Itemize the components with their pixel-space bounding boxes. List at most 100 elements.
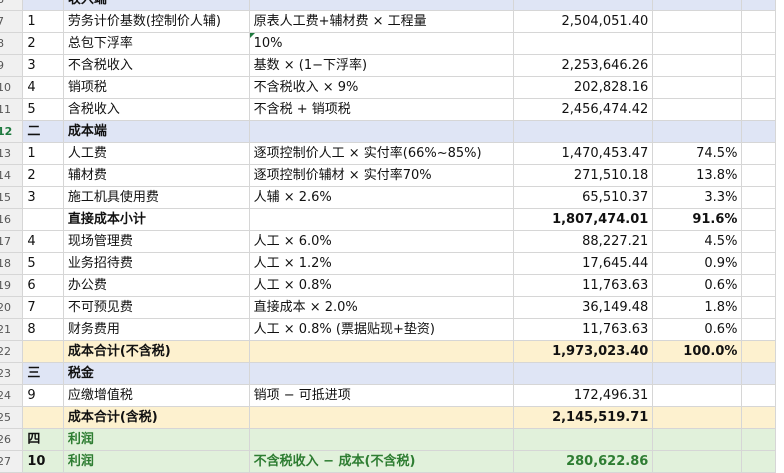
cell-empty[interactable] — [741, 54, 776, 77]
cell-item-name[interactable]: 劳务计价基数(控制价人辅) — [62, 10, 250, 33]
cell-amount[interactable]: 11,763.63 — [513, 274, 654, 297]
cell-index[interactable] — [22, 208, 64, 231]
row-header[interactable]: 8 — [0, 32, 24, 55]
cell-empty[interactable] — [741, 186, 776, 209]
cell-index[interactable]: 7 — [22, 296, 64, 319]
cell-index[interactable]: 1 — [22, 142, 64, 165]
cell-amount[interactable]: 1,470,453.47 — [513, 142, 654, 165]
cell-index[interactable]: 4 — [22, 76, 64, 99]
row-header[interactable]: 15 — [0, 186, 24, 209]
cell-amount[interactable]: 271,510.18 — [513, 164, 654, 187]
cell-amount[interactable]: 17,645.44 — [513, 252, 654, 275]
cell-empty[interactable] — [741, 340, 776, 363]
row-header[interactable]: 26 — [0, 428, 24, 451]
cell-index[interactable]: 三 — [22, 362, 64, 385]
cell-formula[interactable] — [248, 120, 515, 143]
cell-item-name[interactable]: 成本合计(不含税) — [62, 340, 250, 363]
cell-amount[interactable]: 2,504,051.40 — [513, 10, 654, 33]
cell-empty[interactable] — [741, 252, 776, 275]
cell-formula[interactable]: 人工 × 0.8% (票据贴现+垫资) — [248, 318, 515, 341]
cell-empty[interactable] — [741, 362, 776, 385]
cell-item-name[interactable]: 业务招待费 — [62, 252, 250, 275]
cell-empty[interactable] — [741, 10, 776, 33]
row-header[interactable]: 18 — [0, 252, 24, 275]
cell-formula[interactable]: 人辅 × 2.6% — [248, 186, 515, 209]
row-header[interactable]: 10 — [0, 76, 24, 99]
cell-empty[interactable] — [741, 296, 776, 319]
cell-percent[interactable]: 100.0% — [652, 340, 743, 363]
row-header[interactable]: 17 — [0, 230, 24, 253]
cell-index[interactable]: 5 — [22, 252, 64, 275]
cell-item-name[interactable]: 人工费 — [62, 142, 250, 165]
cell-formula[interactable] — [248, 340, 515, 363]
cell-empty[interactable] — [741, 406, 776, 429]
cell-formula[interactable]: 销项 − 可抵进项 — [248, 384, 515, 407]
cell-percent[interactable]: 74.5% — [652, 142, 743, 165]
cell-item-name[interactable]: 办公费 — [62, 274, 250, 297]
row-header[interactable]: 25 — [0, 406, 24, 429]
cell-formula[interactable] — [248, 208, 515, 231]
cell-item-name[interactable]: 利润 — [62, 428, 250, 451]
cell-percent[interactable] — [652, 406, 743, 429]
row-header[interactable]: 7 — [0, 10, 24, 33]
row-header[interactable]: 11 — [0, 98, 24, 121]
cell-amount[interactable]: 1,807,474.01 — [513, 208, 654, 231]
cell-percent[interactable] — [652, 76, 743, 99]
cell-item-name[interactable]: 应缴增值税 — [62, 384, 250, 407]
cell-percent[interactable]: 0.6% — [652, 274, 743, 297]
cell-percent[interactable] — [652, 32, 743, 55]
cell-amount[interactable]: 2,145,519.71 — [513, 406, 654, 429]
cell-index[interactable]: 8 — [22, 318, 64, 341]
cell-item-name[interactable]: 总包下浮率 — [62, 32, 250, 55]
cell-empty[interactable] — [741, 0, 776, 11]
cell-empty[interactable] — [741, 164, 776, 187]
cell-index[interactable]: 2 — [22, 32, 64, 55]
cell-item-name[interactable]: 含税收入 — [62, 98, 250, 121]
cell-index[interactable]: 四 — [22, 428, 64, 451]
cell-item-name[interactable]: 辅材费 — [62, 164, 250, 187]
cell-item-name[interactable]: 成本端 — [62, 120, 250, 143]
cell-formula[interactable]: 人工 × 6.0% — [248, 230, 515, 253]
cell-index[interactable]: 9 — [22, 384, 64, 407]
cell-formula[interactable] — [248, 428, 515, 451]
row-header[interactable]: 9 — [0, 54, 24, 77]
cell-percent[interactable] — [652, 0, 743, 11]
cell-item-name[interactable]: 不可预见费 — [62, 296, 250, 319]
cell-formula[interactable]: 原表人工费+辅材费 × 工程量 — [248, 10, 515, 33]
cell-amount[interactable]: 1,973,023.40 — [513, 340, 654, 363]
cell-percent[interactable] — [652, 428, 743, 451]
row-header[interactable]: 24 — [0, 384, 24, 407]
row-header[interactable]: 21 — [0, 318, 24, 341]
cell-formula[interactable] — [248, 0, 515, 11]
cell-index[interactable]: 3 — [22, 54, 64, 77]
row-header[interactable]: 20 — [0, 296, 24, 319]
cell-amount[interactable]: 36,149.48 — [513, 296, 654, 319]
cell-index[interactable]: 1 — [22, 10, 64, 33]
cell-percent[interactable] — [652, 384, 743, 407]
cell-percent[interactable]: 91.6% — [652, 208, 743, 231]
row-header[interactable]: 12 — [0, 120, 24, 143]
cell-formula[interactable]: 不含税收入 − 成本(不含税) — [248, 450, 515, 473]
cell-formula[interactable]: 不含税收入 × 9% — [248, 76, 515, 99]
cell-percent[interactable]: 1.8% — [652, 296, 743, 319]
row-header[interactable]: 23 — [0, 362, 24, 385]
cell-percent[interactable] — [652, 120, 743, 143]
cell-empty[interactable] — [741, 76, 776, 99]
cell-index[interactable]: 5 — [22, 98, 64, 121]
cell-index[interactable]: 3 — [22, 186, 64, 209]
cell-percent[interactable]: 0.6% — [652, 318, 743, 341]
cell-item-name[interactable]: 成本合计(含税) — [62, 406, 250, 429]
cell-formula[interactable]: 直接成本 × 2.0% — [248, 296, 515, 319]
cell-index[interactable]: 4 — [22, 230, 64, 253]
row-header[interactable]: 19 — [0, 274, 24, 297]
cell-index[interactable]: 2 — [22, 164, 64, 187]
cell-amount[interactable] — [513, 0, 654, 11]
cell-item-name[interactable]: 销项税 — [62, 76, 250, 99]
cell-percent[interactable] — [652, 450, 743, 473]
cell-item-name[interactable]: 利润 — [62, 450, 250, 473]
cell-amount[interactable]: 172,496.31 — [513, 384, 654, 407]
cell-empty[interactable] — [741, 120, 776, 143]
cell-amount[interactable]: 11,763.63 — [513, 318, 654, 341]
row-header[interactable]: 6 — [0, 0, 24, 11]
cell-formula[interactable]: 10% — [248, 32, 515, 55]
